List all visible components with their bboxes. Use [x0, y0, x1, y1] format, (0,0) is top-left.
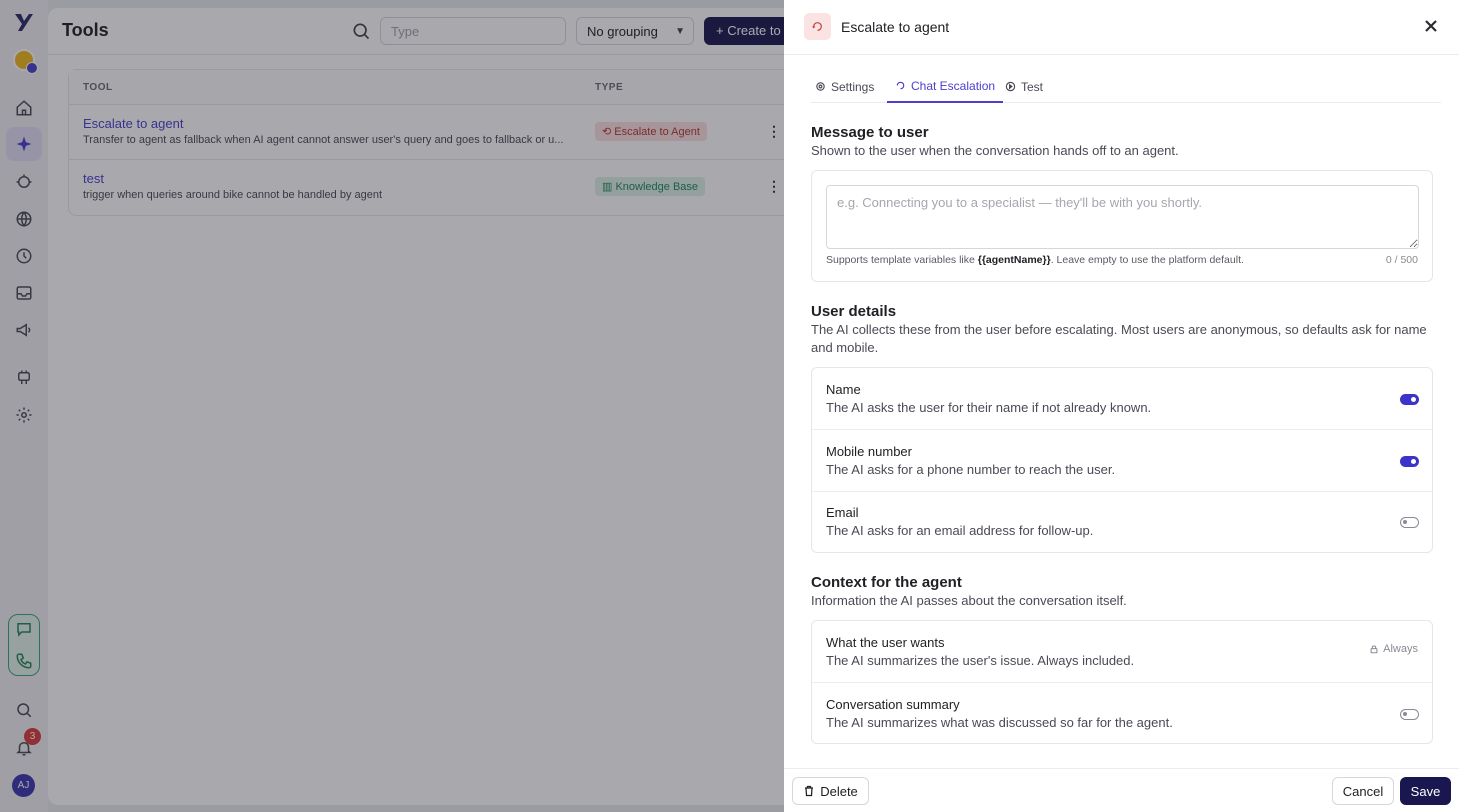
tab-label: Settings	[831, 79, 875, 94]
context-card: What the user wants The AI summarizes th…	[811, 620, 1433, 744]
delete-label: Delete	[820, 783, 858, 799]
modal-backdrop[interactable]	[0, 0, 784, 812]
play-circle-icon	[1005, 81, 1016, 92]
close-icon[interactable]	[1421, 16, 1441, 36]
context-title: Context for the agent	[811, 574, 962, 591]
chat-escalation-panel[interactable]: Message to user Shown to the user when t…	[811, 103, 1433, 768]
field-email-title: Email	[826, 505, 859, 520]
list-item: Conversation summary The AI summarizes w…	[812, 683, 1432, 745]
template-hint: Supports template variables like {{agent…	[826, 254, 1244, 266]
delete-button[interactable]: Delete	[792, 777, 869, 805]
context-summary-desc: The AI summarizes what was discussed so …	[826, 715, 1173, 730]
mobile-toggle[interactable]	[1400, 456, 1419, 467]
drawer-tabs: Settings Chat Escalation Test	[811, 70, 1441, 103]
hint-text: . Leave empty to use the platform defaul…	[1050, 254, 1244, 266]
list-item: Name The AI asks the user for their name…	[812, 368, 1432, 430]
user-details-title: User details	[811, 303, 897, 320]
cancel-button[interactable]: Cancel	[1332, 777, 1394, 805]
name-toggle[interactable]	[1400, 394, 1419, 405]
drawer-footer: Delete Cancel Save	[784, 768, 1459, 812]
lock-icon	[1370, 645, 1378, 654]
template-variable: {{agentName}}	[977, 254, 1051, 266]
escalate-icon	[896, 81, 905, 90]
user-details-subtitle: The AI collects these from the user befo…	[811, 322, 1427, 355]
user-details-card: Name The AI asks the user for their name…	[811, 367, 1433, 553]
context-summary-title: Conversation summary	[826, 697, 960, 712]
message-section-subtitle: Shown to the user when the conversation …	[811, 143, 1179, 158]
drawer-header: Escalate to agent	[784, 0, 1459, 55]
context-intent-title: What the user wants	[826, 635, 945, 650]
message-textarea[interactable]	[826, 185, 1419, 249]
hint-text: Supports template variables like	[826, 254, 978, 266]
escalate-icon	[804, 13, 831, 40]
list-item: Email The AI asks for an email address f…	[812, 491, 1432, 553]
summary-toggle[interactable]	[1400, 709, 1419, 720]
tab-settings[interactable]: Settings	[811, 70, 878, 103]
list-item: What the user wants The AI summarizes th…	[812, 621, 1432, 683]
tab-chat-escalation[interactable]: Chat Escalation	[887, 70, 1004, 103]
always-included-indicator: Always	[1369, 643, 1418, 655]
field-name-title: Name	[826, 382, 861, 397]
tab-label: Chat Escalation	[911, 78, 996, 93]
tool-drawer: Escalate to agent Settings Chat Escalati…	[784, 0, 1459, 812]
field-mobile-title: Mobile number	[826, 444, 912, 459]
save-button[interactable]: Save	[1400, 777, 1451, 805]
email-toggle[interactable]	[1400, 517, 1419, 528]
list-item: Mobile number The AI asks for a phone nu…	[812, 430, 1432, 492]
drawer-title: Escalate to agent	[841, 19, 950, 35]
message-section-title: Message to user	[811, 124, 929, 141]
field-email-desc: The AI asks for an email address for fol…	[826, 523, 1094, 538]
always-label: Always	[1383, 643, 1418, 655]
trash-icon	[805, 785, 814, 797]
field-name-desc: The AI asks the user for their name if n…	[826, 400, 1152, 415]
context-intent-desc: The AI summarizes the user's issue. Alwa…	[826, 653, 1135, 668]
message-card: Supports template variables like {{agent…	[811, 170, 1433, 282]
gear-icon	[816, 82, 825, 91]
tab-label: Test	[1021, 79, 1044, 94]
field-mobile-desc: The AI asks for a phone number to reach …	[826, 462, 1116, 477]
character-counter: 0 / 500	[1385, 254, 1418, 266]
tab-test[interactable]: Test	[1001, 70, 1047, 103]
context-subtitle: Information the AI passes about the conv…	[811, 593, 1127, 608]
